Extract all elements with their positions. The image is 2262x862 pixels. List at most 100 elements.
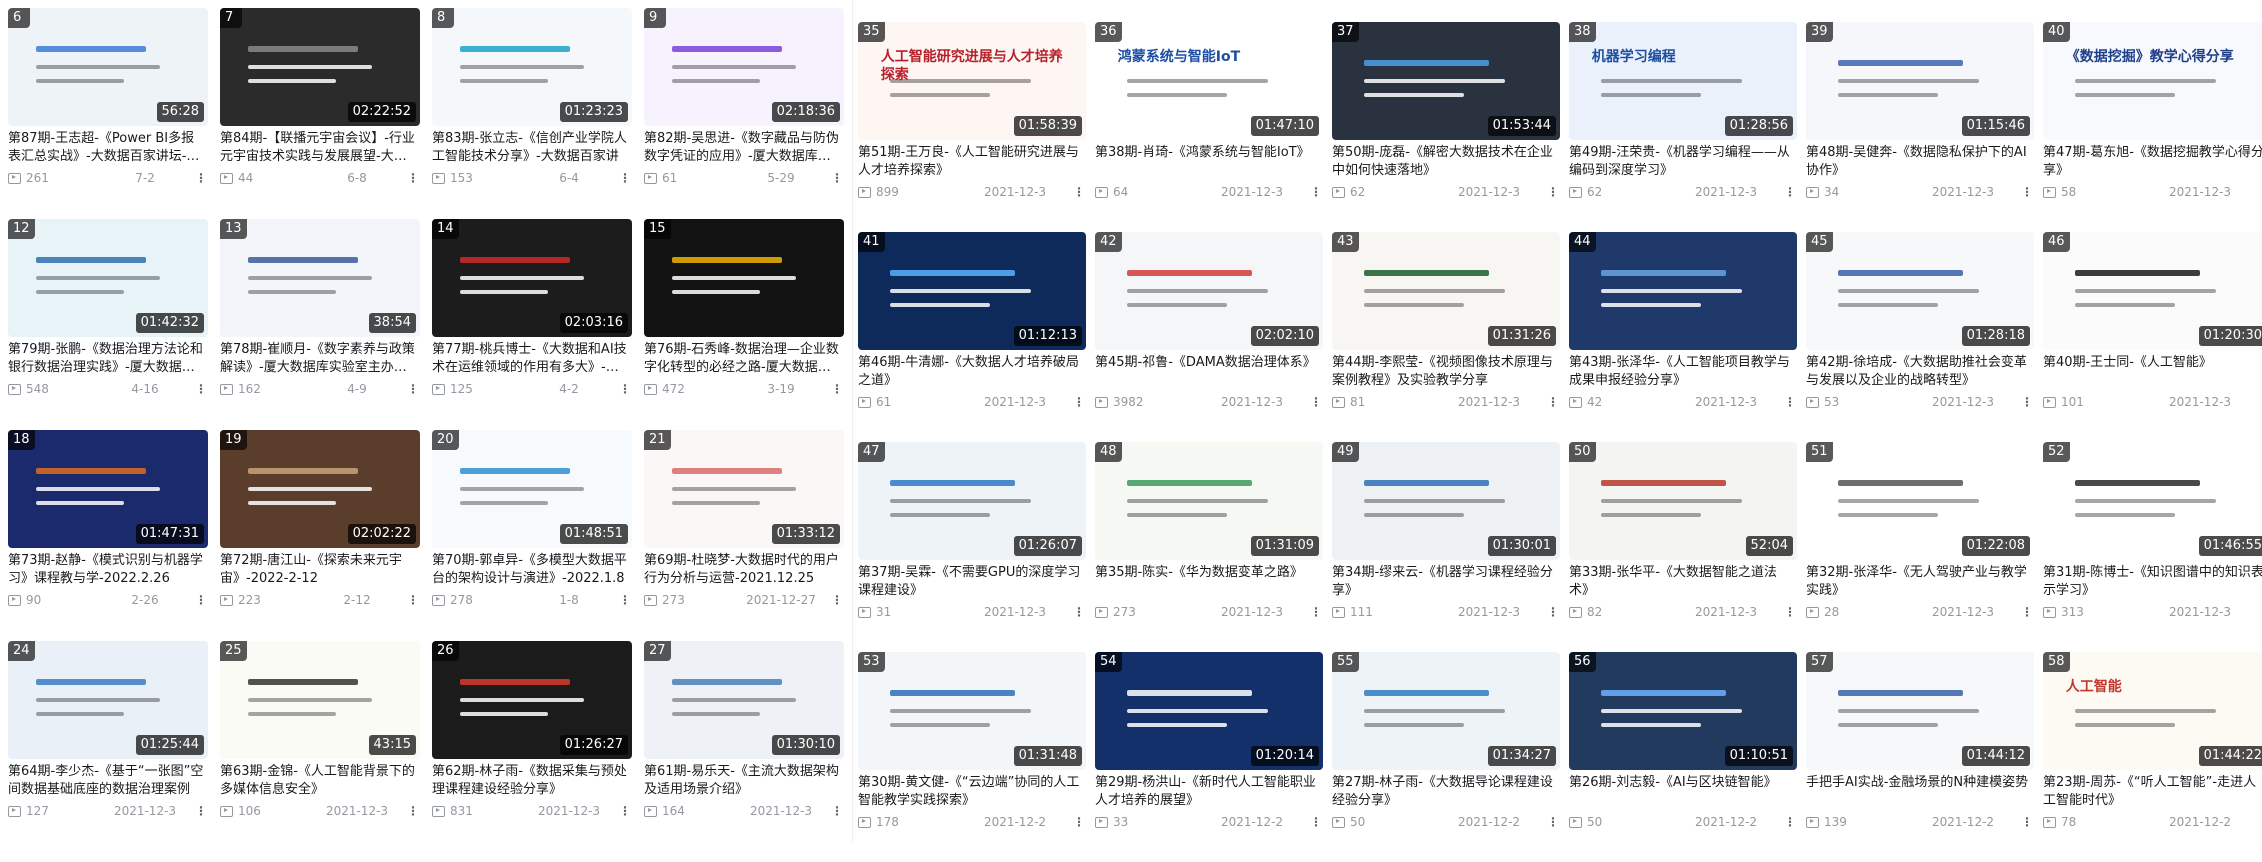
video-card[interactable]: 15 第76期-石秀峰-数据治理—企业数字化转型的必经之路-厦大数据库实 472… [644, 219, 844, 430]
more-options-icon[interactable]: ⋮ [1783, 395, 1797, 409]
more-options-icon[interactable]: ⋮ [830, 804, 844, 818]
video-title[interactable]: 第40期-王士同-《人工智能》 [2043, 354, 2262, 390]
more-options-icon[interactable]: ⋮ [1072, 185, 1086, 199]
more-options-icon[interactable]: ⋮ [194, 593, 208, 607]
video-thumbnail[interactable]: 8 01:23:23 [432, 8, 632, 126]
more-options-icon[interactable]: ⋮ [194, 804, 208, 818]
video-card[interactable]: 14 02:03:16 第77期-桃兵博士-《大数据和AI技术在运维领域的作用有… [432, 219, 632, 430]
video-thumbnail[interactable]: 21 01:33:12 [644, 430, 844, 548]
video-thumbnail[interactable]: 49 01:30:01 [1332, 442, 1560, 560]
video-card[interactable]: 41 01:12:13 第46期-牛清娜-《大数据人才培养破局之道》 61 20… [858, 232, 1086, 442]
video-thumbnail[interactable]: 46 01:20:30 [2043, 232, 2262, 350]
video-title[interactable]: 第62期-林子雨-《数据采集与预处理课程建设经验分享》 [432, 763, 632, 799]
video-card[interactable]: 47 01:26:07 第37期-吴霖-《不需要GPU的深度学习课程建设》 31… [858, 442, 1086, 652]
video-title[interactable]: 第70期-郭卓异-《多模型大数据平台的架构设计与演进》-2022.1.8 [432, 552, 632, 588]
video-title[interactable]: 第83期-张立志-《信创产业学院人工智能技术分享》-大数据百家讲 [432, 130, 632, 166]
more-options-icon[interactable]: ⋮ [618, 171, 632, 185]
video-thumbnail[interactable]: 14 02:03:16 [432, 219, 632, 337]
video-title[interactable]: 第50期-庞磊-《解密大数据技术在企业中如何快速落地》 [1332, 144, 1560, 180]
video-card[interactable]: 13 38:54 第78期-崔顺月-《数字素养与政策解读》-厦大数据库实验室主办… [220, 219, 420, 430]
video-title[interactable]: 第29期-杨洪山-《新时代人工智能职业人才培养的展望》 [1095, 774, 1323, 810]
video-title[interactable]: 第35期-陈实-《华为数据变革之路》 [1095, 564, 1323, 600]
video-card[interactable]: 49 01:30:01 第34期-缪来云-《机器学习课程经验分享》 111 20… [1332, 442, 1560, 652]
video-thumbnail[interactable]: 25 43:15 [220, 641, 420, 759]
more-options-icon[interactable]: ⋮ [1783, 605, 1797, 619]
more-options-icon[interactable]: ⋮ [1546, 185, 1560, 199]
video-card[interactable]: 鸿蒙系统与智能IoT 36 01:47:10 第38期-肖琦-《鸿蒙系统与智能I… [1095, 22, 1323, 232]
more-options-icon[interactable]: ⋮ [1309, 395, 1323, 409]
more-options-icon[interactable]: ⋮ [406, 804, 420, 818]
more-options-icon[interactable]: ⋮ [1072, 815, 1086, 829]
video-title[interactable]: 第72期-唐江山-《探索未来元宇宙》-2022-2-12 [220, 552, 420, 588]
video-card[interactable]: 人工智能研究进展与人才培养探索 35 01:58:39 第51期-王万良-《人工… [858, 22, 1086, 232]
video-title[interactable]: 第42期-徐培成-《大数据助推社会变革与发展以及企业的战略转型》 [1806, 354, 2034, 390]
video-card[interactable]: 25 43:15 第63期-金锦-《人工智能背景下的多媒体信息安全》 106 2… [220, 641, 420, 852]
video-card[interactable]: 《数据挖掘》教学心得分享 40 第47期-葛东旭-《数据挖掘教学心得分享》 58… [2043, 22, 2262, 232]
video-card[interactable]: 39 01:15:46 第48期-吴健奔-《数据隐私保护下的AI协作》 34 2… [1806, 22, 2034, 232]
video-thumbnail[interactable]: 52 01:46:55 [2043, 442, 2262, 560]
video-title[interactable]: 第37期-吴霖-《不需要GPU的深度学习课程建设》 [858, 564, 1086, 600]
video-thumbnail[interactable]: 7 02:22:52 [220, 8, 420, 126]
video-thumbnail[interactable]: 56 01:10:51 [1569, 652, 1797, 770]
video-title[interactable]: 第61期-易乐天-《主流大数据架构及适用场景介绍》 [644, 763, 844, 799]
video-card[interactable]: 机器学习编程 38 01:28:56 第49期-汪荣贵-《机器学习编程——从编码… [1569, 22, 1797, 232]
video-title[interactable]: 第82期-吴思进-《数字藏品与防伪数字凭证的应用》-厦大数据库实验 [644, 130, 844, 166]
video-title[interactable]: 第78期-崔顺月-《数字素养与政策解读》-厦大数据库实验室主办大数 [220, 341, 420, 377]
video-title[interactable]: 第38期-肖琦-《鸿蒙系统与智能IoT》 [1095, 144, 1323, 180]
video-thumbnail[interactable]: 55 01:34:27 [1332, 652, 1560, 770]
more-options-icon[interactable]: ⋮ [194, 171, 208, 185]
video-thumbnail[interactable]: 47 01:26:07 [858, 442, 1086, 560]
video-thumbnail[interactable]: 19 02:02:22 [220, 430, 420, 548]
video-title[interactable]: 第23期-周苏-《“听人工智能”-走进人工智能时代》 [2043, 774, 2262, 810]
more-options-icon[interactable]: ⋮ [2020, 815, 2034, 829]
video-title[interactable]: 第30期-黄文健-《“云边端”协同的人工智能教学实践探索》 [858, 774, 1086, 810]
more-options-icon[interactable]: ⋮ [2020, 605, 2034, 619]
video-card[interactable]: 52 01:46:55 第31期-陈博士-《知识图谱中的知识表示学习》 313 … [2043, 442, 2262, 652]
video-thumbnail[interactable]: 12 01:42:32 [8, 219, 208, 337]
more-options-icon[interactable]: ⋮ [1783, 815, 1797, 829]
video-title[interactable]: 第47期-葛东旭-《数据挖掘教学心得分享》 [2043, 144, 2262, 180]
video-card[interactable]: 37 01:53:44 第50期-庞磊-《解密大数据技术在企业中如何快速落地》 … [1332, 22, 1560, 232]
video-title[interactable]: 第48期-吴健奔-《数据隐私保护下的AI协作》 [1806, 144, 2034, 180]
video-title[interactable]: 第76期-石秀峰-数据治理—企业数字化转型的必经之路-厦大数据库实 [644, 341, 844, 377]
video-title[interactable]: 第43期-张泽华-《人工智能项目教学与成果申报经验分享》 [1569, 354, 1797, 390]
video-card[interactable]: 19 02:02:22 第72期-唐江山-《探索未来元宇宙》-2022-2-12… [220, 430, 420, 641]
video-card[interactable]: 9 02:18:36 第82期-吴思进-《数字藏品与防伪数字凭证的应用》-厦大数… [644, 8, 844, 219]
more-options-icon[interactable]: ⋮ [1546, 605, 1560, 619]
more-options-icon[interactable]: ⋮ [618, 593, 632, 607]
video-card[interactable]: 46 01:20:30 第40期-王士同-《人工智能》 101 2021-12-… [2043, 232, 2262, 442]
video-title[interactable]: 手把手AI实战-金融场景的N种建模姿势 [1806, 774, 2034, 810]
video-thumbnail[interactable]: 13 38:54 [220, 219, 420, 337]
video-title[interactable]: 第46期-牛清娜-《大数据人才培养破局之道》 [858, 354, 1086, 390]
video-card[interactable]: 48 01:31:09 第35期-陈实-《华为数据变革之路》 273 2021-… [1095, 442, 1323, 652]
video-thumbnail[interactable]: 48 01:31:09 [1095, 442, 1323, 560]
more-options-icon[interactable]: ⋮ [1309, 605, 1323, 619]
video-thumbnail[interactable]: 51 01:22:08 [1806, 442, 2034, 560]
video-thumbnail[interactable]: 27 01:30:10 [644, 641, 844, 759]
video-title[interactable]: 第34期-缪来云-《机器学习课程经验分享》 [1332, 564, 1560, 600]
more-options-icon[interactable]: ⋮ [830, 593, 844, 607]
video-title[interactable]: 第33期-张华平-《大数据智能之道法术》 [1569, 564, 1797, 600]
more-options-icon[interactable]: ⋮ [2020, 395, 2034, 409]
more-options-icon[interactable]: ⋮ [406, 171, 420, 185]
more-options-icon[interactable]: ⋮ [1309, 185, 1323, 199]
more-options-icon[interactable]: ⋮ [830, 382, 844, 396]
more-options-icon[interactable]: ⋮ [194, 382, 208, 396]
video-thumbnail[interactable]: 43 01:31:26 [1332, 232, 1560, 350]
video-card[interactable]: 57 01:44:12 手把手AI实战-金融场景的N种建模姿势 139 2021… [1806, 652, 2034, 862]
video-thumbnail[interactable]: 54 01:20:14 [1095, 652, 1323, 770]
video-title[interactable]: 第77期-桃兵博士-《大数据和AI技术在运维领域的作用有多大》-厦大 [432, 341, 632, 377]
video-thumbnail[interactable]: 《数据挖掘》教学心得分享 40 [2043, 22, 2262, 140]
video-thumbnail[interactable]: 44 [1569, 232, 1797, 350]
more-options-icon[interactable]: ⋮ [618, 804, 632, 818]
more-options-icon[interactable]: ⋮ [2257, 815, 2262, 829]
video-title[interactable]: 第32期-张泽华-《无人驾驶产业与教学实践》 [1806, 564, 2034, 600]
more-options-icon[interactable]: ⋮ [1546, 395, 1560, 409]
video-thumbnail[interactable]: 24 01:25:44 [8, 641, 208, 759]
more-options-icon[interactable]: ⋮ [1072, 605, 1086, 619]
video-card[interactable]: 27 01:30:10 第61期-易乐天-《主流大数据架构及适用场景介绍》 16… [644, 641, 844, 852]
video-card[interactable]: 54 01:20:14 第29期-杨洪山-《新时代人工智能职业人才培养的展望》 … [1095, 652, 1323, 862]
more-options-icon[interactable]: ⋮ [1309, 815, 1323, 829]
video-title[interactable]: 第87期-王志超-《Power BI多报表汇总实战》-大数据百家讲坛-厦大 [8, 130, 208, 166]
video-thumbnail[interactable]: 人工智能研究进展与人才培养探索 35 01:58:39 [858, 22, 1086, 140]
